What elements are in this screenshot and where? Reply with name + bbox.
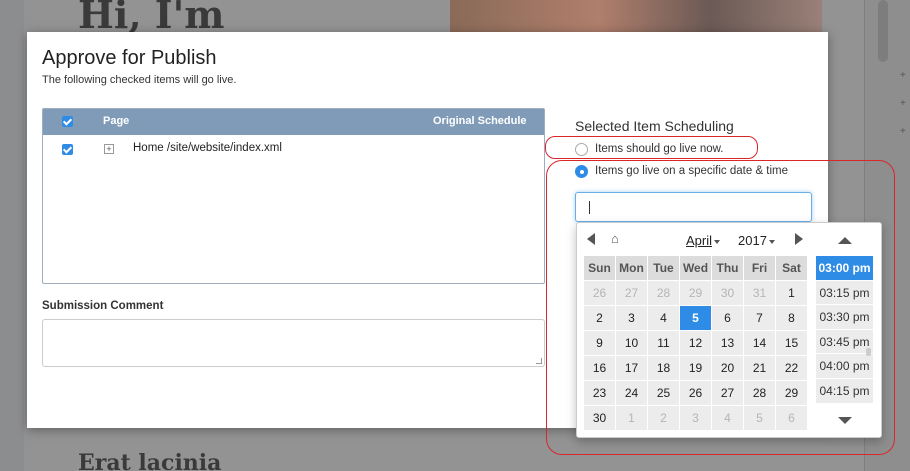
- time-option[interactable]: 04:15 pm: [816, 378, 873, 404]
- row-checkbox[interactable]: [62, 144, 73, 155]
- time-list-scrollbar[interactable]: [866, 348, 871, 356]
- weekday-header: Sat: [776, 256, 808, 281]
- plus-icon: +: [900, 126, 906, 137]
- calendar-day[interactable]: 8: [776, 306, 808, 331]
- time-option[interactable]: 03:30 pm: [816, 305, 873, 330]
- calendar-day[interactable]: 15: [776, 331, 808, 356]
- calendar-day[interactable]: 23: [584, 381, 616, 406]
- calendar-day[interactable]: 26: [680, 381, 712, 406]
- calendar-day[interactable]: 16: [584, 356, 616, 381]
- submission-comment-textarea[interactable]: [42, 319, 545, 367]
- weekday-header: Mon: [616, 256, 648, 281]
- home-icon[interactable]: ⌂: [611, 231, 619, 246]
- calendar-day[interactable]: 7: [744, 306, 776, 331]
- calendar-day[interactable]: 30: [712, 281, 744, 306]
- time-scroll-up-icon[interactable]: [838, 237, 852, 244]
- time-option[interactable]: 03:45 pm: [816, 329, 873, 355]
- scheduling-title: Selected Item Scheduling: [575, 118, 734, 134]
- time-list: 03:00 pm 03:15 pm 03:30 pm 03:45 pm 04:00 pm…: [816, 256, 873, 404]
- calendar-day[interactable]: 5: [744, 406, 776, 431]
- weekday-header: Thu: [712, 256, 744, 281]
- background-heading-2: Erat lacinia: [78, 450, 222, 471]
- calendar-day[interactable]: 9: [584, 331, 616, 356]
- table-row-label: Home /site/website/index.xml: [133, 142, 282, 154]
- calendar-grid: Sun Mon Tue Wed Thu Fri Sat 26 27 28 29 30 31 1 2 3 4 5 6…: [584, 256, 808, 431]
- resize-handle-icon[interactable]: [536, 358, 542, 364]
- calendar-day[interactable]: 29: [776, 381, 808, 406]
- calendar-day[interactable]: 18: [648, 356, 680, 381]
- column-header-original-schedule[interactable]: Original Schedule: [433, 115, 527, 127]
- calendar-day[interactable]: 30: [584, 406, 616, 431]
- previous-month-icon[interactable]: [587, 233, 595, 245]
- time-option[interactable]: 03:15 pm: [816, 280, 873, 306]
- calendar-day[interactable]: 14: [744, 331, 776, 356]
- calendar-day[interactable]: 24: [616, 381, 648, 406]
- calendar-day[interactable]: 3: [616, 306, 648, 331]
- annotation-circle-now: [545, 136, 758, 159]
- calendar-day[interactable]: 6: [712, 306, 744, 331]
- calendar-day[interactable]: 17: [616, 356, 648, 381]
- column-header-page[interactable]: Page: [103, 115, 129, 127]
- calendar-day[interactable]: 20: [712, 356, 744, 381]
- calendar-day[interactable]: 22: [776, 356, 808, 381]
- calendar-day[interactable]: 28: [744, 381, 776, 406]
- calendar-day[interactable]: 1: [616, 406, 648, 431]
- calendar-day[interactable]: 5: [680, 306, 712, 331]
- weekday-header: Fri: [744, 256, 776, 281]
- calendar-day[interactable]: 1: [776, 281, 808, 306]
- calendar-day[interactable]: 26: [584, 281, 616, 306]
- calendar-day[interactable]: 29: [680, 281, 712, 306]
- weekday-header: Sun: [584, 256, 616, 281]
- calendar-day[interactable]: 3: [680, 406, 712, 431]
- weekday-header: Tue: [648, 256, 680, 281]
- plus-icon: +: [900, 70, 906, 81]
- time-option[interactable]: 04:00 pm: [816, 354, 873, 379]
- dialog-title: Approve for Publish: [42, 47, 217, 69]
- calendar-day[interactable]: 6: [776, 406, 808, 431]
- calendar-day[interactable]: 28: [648, 281, 680, 306]
- calendar-day[interactable]: 4: [648, 306, 680, 331]
- expand-icon[interactable]: +: [104, 144, 114, 154]
- calendar-day[interactable]: 27: [712, 381, 744, 406]
- background-photo: [450, 0, 822, 34]
- calendar-day[interactable]: 11: [648, 331, 680, 356]
- calendar-day[interactable]: 2: [584, 306, 616, 331]
- year-select[interactable]: 2017: [738, 233, 775, 248]
- calendar-day[interactable]: 10: [616, 331, 648, 356]
- calendar-day[interactable]: 4: [712, 406, 744, 431]
- month-select[interactable]: April: [686, 233, 721, 248]
- background-scrollbar[interactable]: [878, 0, 888, 62]
- calendar-day[interactable]: 19: [680, 356, 712, 381]
- dialog-subtitle: The following checked items will go live…: [42, 74, 237, 86]
- calendar-day[interactable]: 25: [648, 381, 680, 406]
- time-option[interactable]: 03:00 pm: [816, 256, 873, 281]
- calendar-day[interactable]: 2: [648, 406, 680, 431]
- time-scroll-down-icon[interactable]: [838, 417, 852, 424]
- select-all-checkbox[interactable]: [62, 116, 73, 127]
- calendar-day[interactable]: 31: [744, 281, 776, 306]
- calendar-day[interactable]: 13: [712, 331, 744, 356]
- calendar-day[interactable]: 27: [616, 281, 648, 306]
- items-table: [42, 108, 545, 284]
- weekday-header: Wed: [680, 256, 712, 281]
- calendar-day[interactable]: 21: [744, 356, 776, 381]
- calendar-day[interactable]: 12: [680, 331, 712, 356]
- comment-label: Submission Comment: [42, 300, 164, 312]
- next-month-icon[interactable]: [795, 233, 803, 245]
- plus-icon: +: [900, 98, 906, 109]
